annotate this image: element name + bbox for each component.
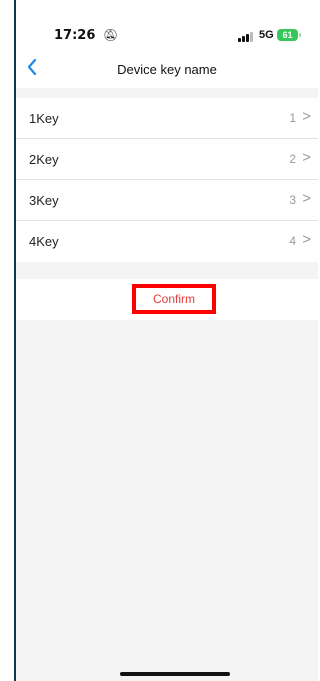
- key-row-3[interactable]: 3Key 3 >: [16, 180, 318, 221]
- chevron-right-icon: >: [302, 108, 311, 125]
- key-label: 2Key: [29, 152, 59, 167]
- key-value: 1: [289, 111, 296, 125]
- signal-icon: [238, 32, 256, 42]
- key-label: 1Key: [29, 111, 59, 126]
- chevron-right-icon: >: [302, 149, 311, 166]
- key-value: 2: [289, 152, 296, 166]
- key-value: 4: [289, 234, 296, 248]
- chevron-right-icon: >: [302, 231, 311, 248]
- key-row-1[interactable]: 1Key 1 >: [16, 98, 318, 139]
- chevron-right-icon: >: [302, 190, 311, 207]
- key-list: 1Key 1 > 2Key 2 > 3Key 3 > 4Key 4 >: [16, 98, 318, 262]
- key-label: 4Key: [29, 234, 59, 249]
- confirm-area: Confirm: [16, 279, 318, 320]
- network-type: 5G: [259, 29, 274, 41]
- home-indicator[interactable]: [120, 672, 230, 676]
- page-title: Device key name: [117, 62, 217, 77]
- key-label: 3Key: [29, 193, 59, 208]
- key-value: 3: [289, 193, 296, 207]
- status-time: 17:26: [54, 28, 96, 43]
- battery-tip: [299, 33, 301, 37]
- key-row-2[interactable]: 2Key 2 >: [16, 139, 318, 180]
- status-bar: 17:26 🔕︎ 5G 61: [16, 0, 318, 52]
- key-row-4[interactable]: 4Key 4 >: [16, 221, 318, 262]
- confirm-button[interactable]: Confirm: [132, 284, 216, 314]
- bell-off-icon: 🔕︎: [103, 28, 119, 42]
- phone-screen: 17:26 🔕︎ 5G 61 Device key name 1Key 1 > …: [14, 0, 318, 681]
- nav-bar: Device key name: [16, 52, 318, 88]
- battery-icon: 61: [277, 29, 298, 41]
